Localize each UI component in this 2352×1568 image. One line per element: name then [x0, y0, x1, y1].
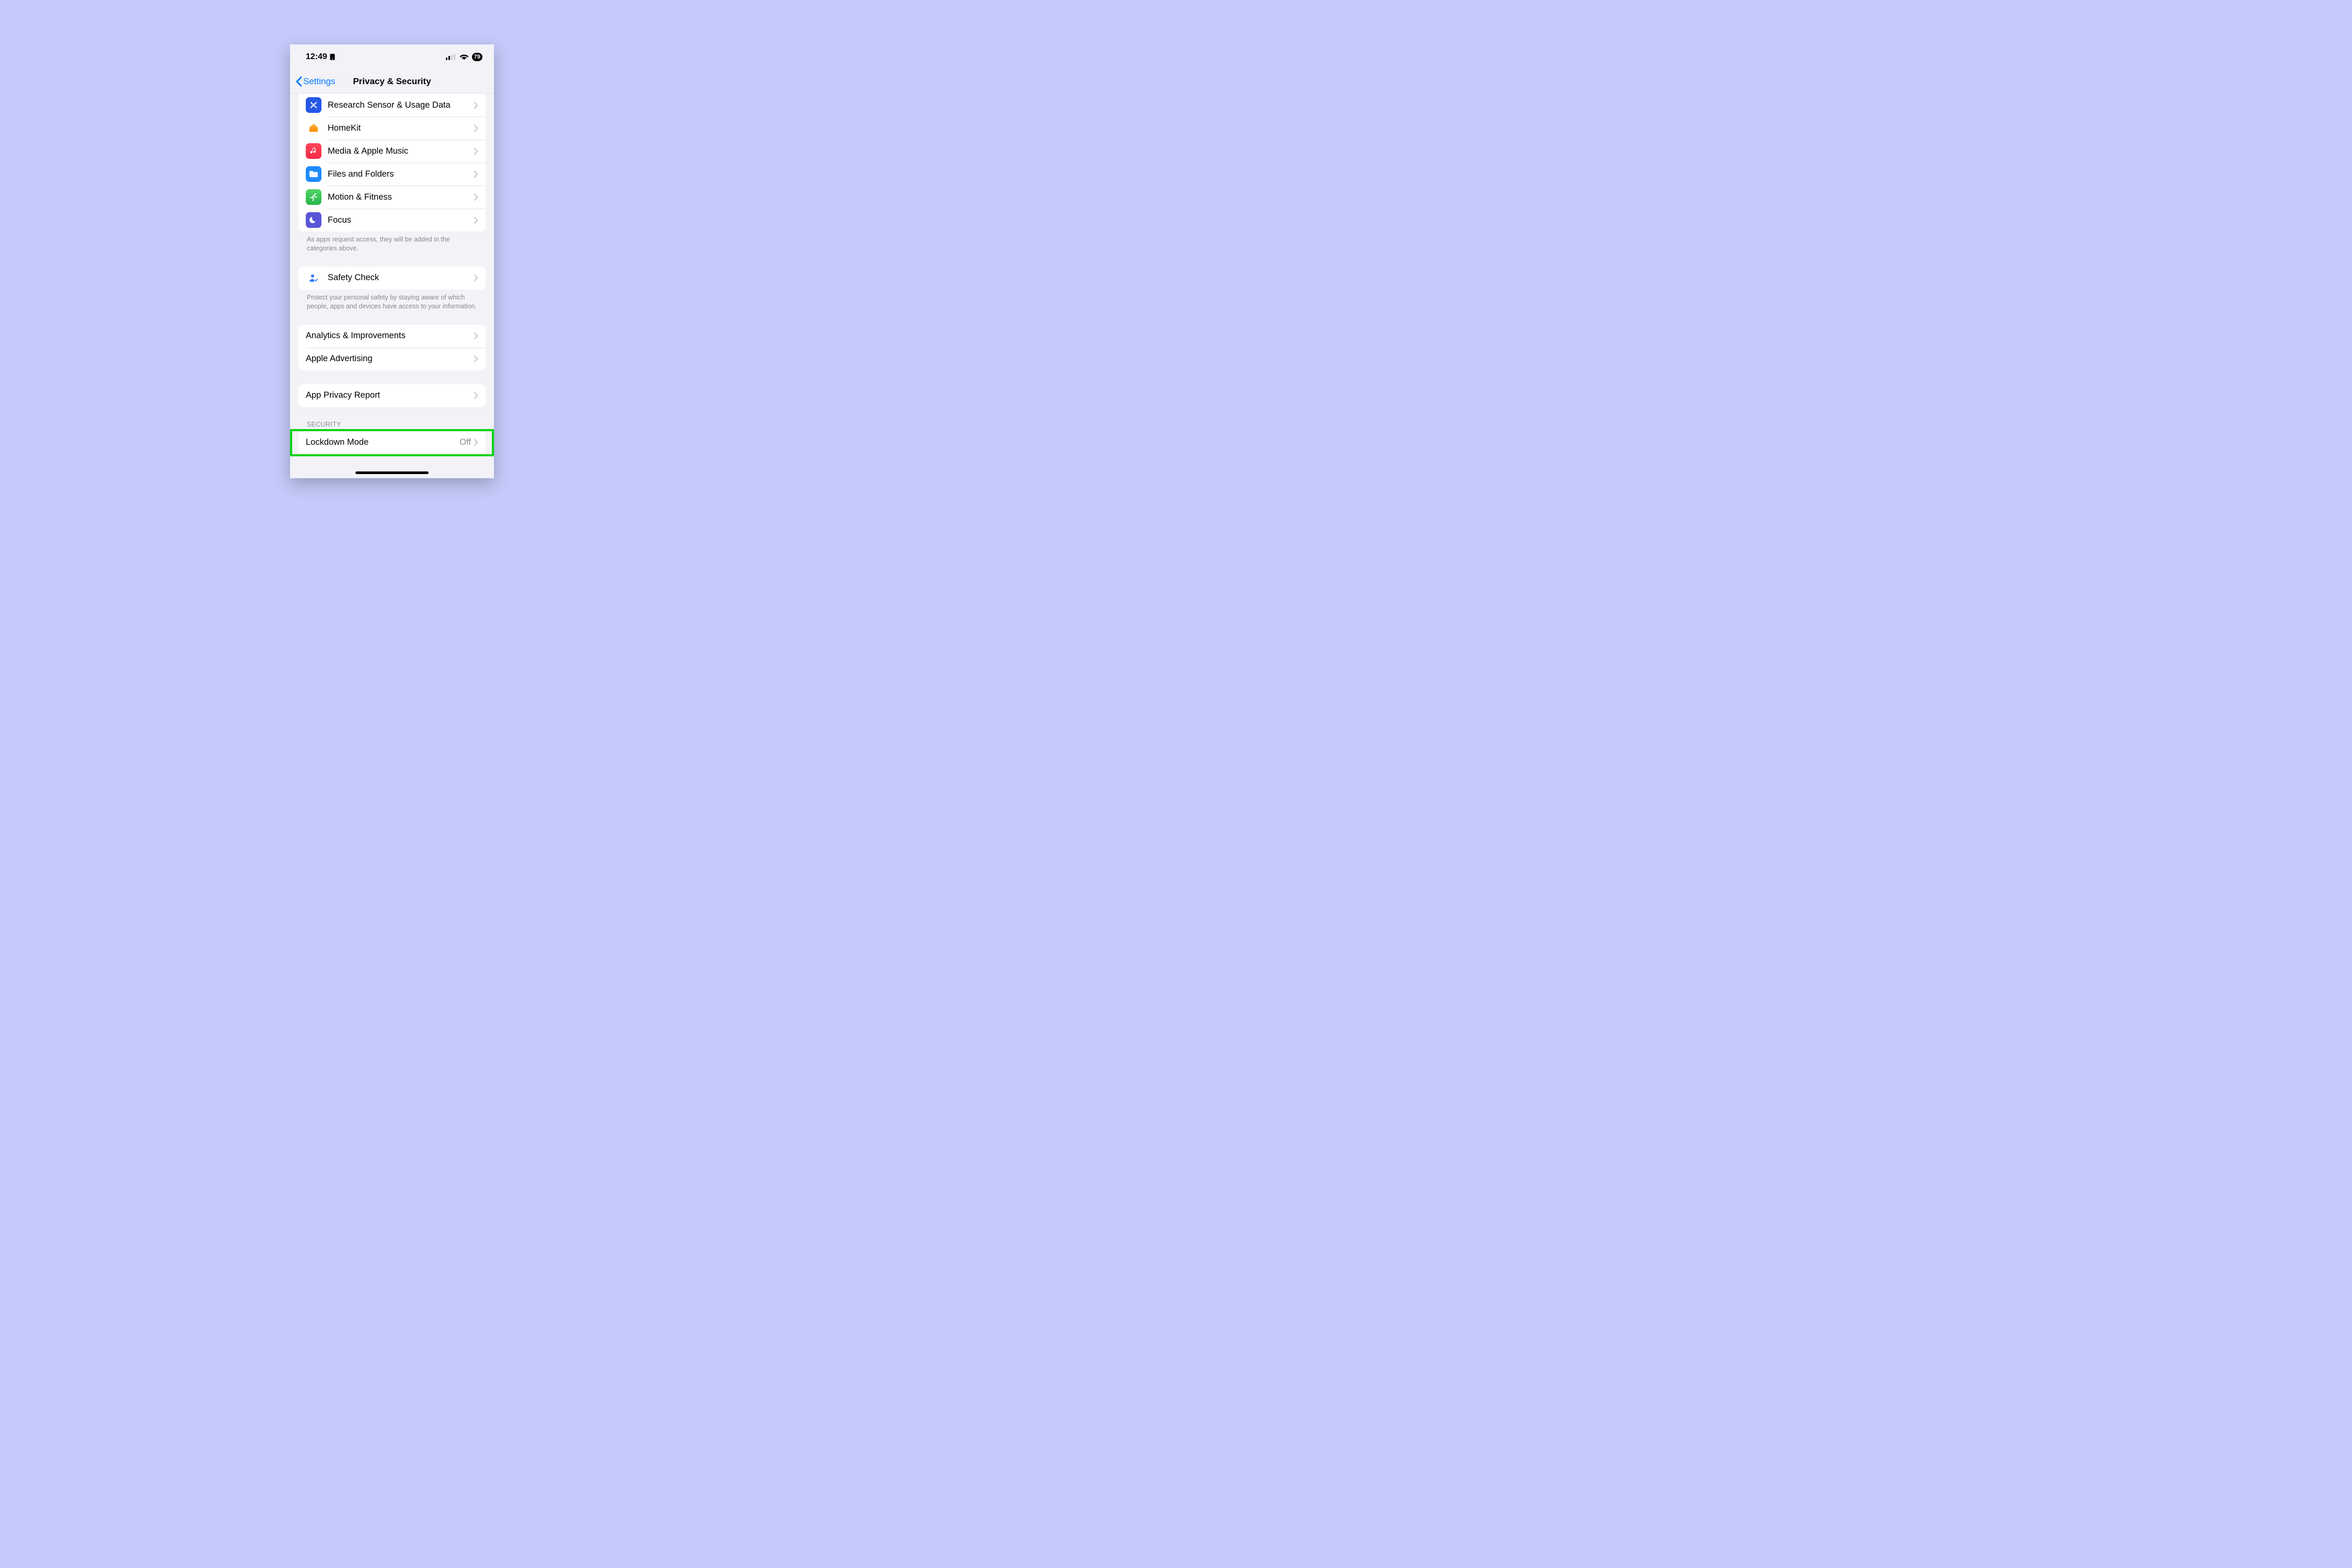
- chevron-right-icon: [474, 274, 478, 281]
- row-label: Analytics & Improvements: [306, 331, 474, 341]
- back-label: Settings: [303, 76, 335, 87]
- nav-bar: Settings Privacy & Security: [290, 70, 494, 94]
- row-motion[interactable]: Motion & Fitness: [298, 186, 486, 209]
- status-time: 12:49: [306, 52, 327, 62]
- row-label: Focus: [328, 215, 474, 225]
- moon-icon: [306, 212, 321, 228]
- lockdown-wrapper: Lockdown Mode Off: [290, 431, 494, 454]
- research-icon: [306, 97, 321, 113]
- chevron-right-icon: [474, 332, 478, 339]
- music-icon: [306, 143, 321, 159]
- chevron-left-icon: [295, 76, 302, 87]
- cellular-icon: [446, 54, 456, 60]
- row-value: Off: [459, 437, 471, 447]
- row-homekit[interactable]: HomeKit: [298, 117, 486, 140]
- wifi-icon: [459, 53, 469, 60]
- chevron-right-icon: [474, 355, 478, 362]
- row-label: Motion & Fitness: [328, 192, 474, 202]
- row-research[interactable]: Research Sensor & Usage Data: [298, 94, 486, 117]
- running-icon: [306, 189, 321, 205]
- row-label: Research Sensor & Usage Data: [328, 100, 474, 110]
- battery-level: 79: [472, 53, 482, 61]
- row-files[interactable]: Files and Folders: [298, 163, 486, 186]
- phone-frame: 12:49 79: [290, 44, 494, 478]
- chevron-right-icon: [474, 439, 478, 446]
- group-app-access: Research Sensor & Usage Data HomeKit Med…: [298, 94, 486, 232]
- row-label: Files and Folders: [328, 169, 474, 179]
- home-indicator[interactable]: [355, 471, 429, 474]
- section-header-security: Security: [307, 421, 477, 428]
- chevron-right-icon: [474, 171, 478, 178]
- row-label: Lockdown Mode: [306, 437, 459, 447]
- row-label: HomeKit: [328, 123, 474, 133]
- row-label: App Privacy Report: [306, 390, 474, 400]
- group-footer: Protect your personal safety by staying …: [307, 293, 477, 311]
- status-bar: 12:49 79: [290, 44, 494, 70]
- row-analytics[interactable]: Analytics & Improvements: [298, 325, 486, 348]
- group-safety: Safety Check: [298, 267, 486, 290]
- folder-icon: [306, 166, 321, 182]
- row-lockdown-mode[interactable]: Lockdown Mode Off: [298, 431, 486, 454]
- homekit-icon: [306, 120, 321, 136]
- row-label: Safety Check: [328, 273, 474, 283]
- safety-check-icon: [306, 270, 321, 286]
- chevron-right-icon: [474, 125, 478, 132]
- content-scroll[interactable]: Research Sensor & Usage Data HomeKit Med…: [290, 94, 494, 478]
- row-app-privacy-report[interactable]: App Privacy Report: [298, 384, 486, 407]
- chevron-right-icon: [474, 194, 478, 201]
- chevron-right-icon: [474, 392, 478, 399]
- group-analytics: Analytics & Improvements Apple Advertisi…: [298, 325, 486, 371]
- portrait-lock-icon: [329, 53, 336, 61]
- row-media[interactable]: Media & Apple Music: [298, 140, 486, 163]
- chevron-right-icon: [474, 217, 478, 224]
- group-footer: As apps request access, they will be add…: [307, 235, 477, 253]
- chevron-right-icon: [474, 102, 478, 109]
- battery-indicator: 79: [472, 53, 482, 61]
- row-focus[interactable]: Focus: [298, 209, 486, 232]
- row-safety-check[interactable]: Safety Check: [298, 267, 486, 290]
- back-button[interactable]: Settings: [295, 76, 335, 87]
- row-label: Media & Apple Music: [328, 146, 474, 156]
- group-security: Lockdown Mode Off: [298, 431, 486, 454]
- row-label: Apple Advertising: [306, 354, 474, 364]
- chevron-right-icon: [474, 148, 478, 155]
- row-apple-ads[interactable]: Apple Advertising: [298, 348, 486, 371]
- group-privacy-report: App Privacy Report: [298, 384, 486, 407]
